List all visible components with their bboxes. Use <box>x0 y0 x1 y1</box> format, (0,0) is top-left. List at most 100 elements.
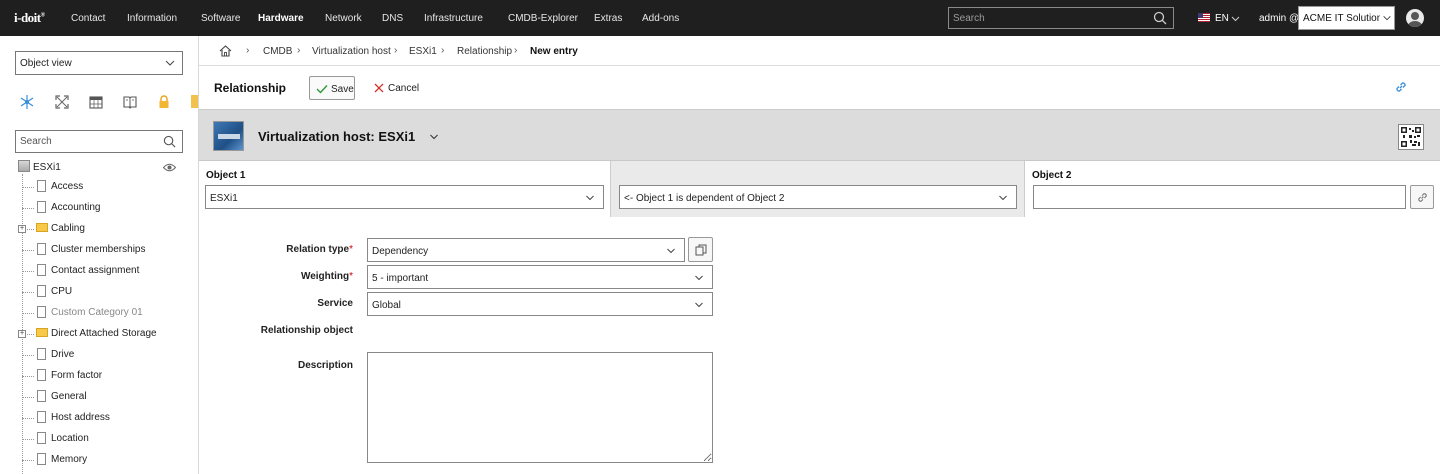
relation-type-select[interactable]: Dependency <box>367 238 685 262</box>
tree-root-object[interactable]: ESXi1 <box>18 160 61 174</box>
chevron-down-icon[interactable] <box>429 132 439 142</box>
nav-extras[interactable]: Extras <box>594 13 622 24</box>
object-view-select-value: Object view <box>20 58 72 69</box>
book-icon[interactable] <box>123 95 137 109</box>
global-search-input[interactable] <box>953 10 1143 26</box>
tree-connector <box>22 355 34 356</box>
home-icon[interactable] <box>219 45 232 57</box>
relation-type-label: Relation type* <box>286 244 353 255</box>
breadcrumb-virtualization-host[interactable]: Virtualization host <box>312 46 391 57</box>
server-icon <box>18 160 30 172</box>
tree-item-label: Cluster memberships <box>51 244 146 255</box>
sidebar-search <box>15 130 183 153</box>
object2-browse-button[interactable] <box>1410 185 1434 209</box>
global-search <box>948 7 1174 29</box>
relation-type-copy-button[interactable] <box>688 237 713 262</box>
object-header: Virtualization host: ESXi1 <box>199 110 1440 161</box>
weighting-value: 5 - important <box>372 273 429 284</box>
weighting-label: Weighting* <box>300 271 353 282</box>
top-navigation-bar: i-doit® Contact Information Software Har… <box>0 0 1440 36</box>
nav-software[interactable]: Software <box>201 13 240 24</box>
breadcrumb-esxi1[interactable]: ESXi1 <box>409 46 437 57</box>
document-icon <box>37 306 46 318</box>
object1-label: Object 1 <box>206 170 246 181</box>
object1-select[interactable]: ESXi1 <box>205 185 604 209</box>
object1-column: Object 1 ESXi1 <box>199 161 611 217</box>
tree-item-label: Host address <box>51 412 110 423</box>
chevron-down-icon[interactable] <box>1231 14 1240 23</box>
tenant-select-value: ACME IT Solutions <box>1303 13 1388 24</box>
object-view-select[interactable]: Object view <box>15 51 183 75</box>
document-icon <box>37 453 46 465</box>
save-button[interactable]: Save <box>309 76 355 100</box>
tree-guide-line <box>22 174 23 474</box>
tree-item-label: Form factor <box>51 370 103 381</box>
document-icon <box>37 369 46 381</box>
nav-hardware[interactable]: Hardware <box>258 13 304 24</box>
search-icon[interactable] <box>163 135 176 148</box>
expand-plus-icon[interactable]: + <box>18 330 26 338</box>
object2-field[interactable] <box>1033 185 1406 209</box>
tag-icon[interactable] <box>191 95 198 108</box>
link-icon <box>1418 193 1427 202</box>
relation-type-value: Dependency <box>372 246 429 257</box>
breadcrumb-separator-icon: › <box>394 45 398 56</box>
nav-cmdb-explorer[interactable]: CMDB-Explorer <box>508 13 578 24</box>
breadcrumb: › CMDB › Virtualization host › ESXi1 › R… <box>199 36 1440 66</box>
nav-dns[interactable]: DNS <box>382 13 403 24</box>
search-icon[interactable] <box>1153 11 1167 25</box>
document-icon <box>37 285 46 297</box>
nav-add-ons[interactable]: Add-ons <box>642 13 679 24</box>
nav-information[interactable]: Information <box>127 13 177 24</box>
nav-network[interactable]: Network <box>325 13 362 24</box>
lock-icon[interactable] <box>157 95 171 109</box>
breadcrumb-separator-icon: › <box>514 45 518 56</box>
nav-contact[interactable]: Contact <box>71 13 105 24</box>
eye-icon[interactable] <box>163 163 176 172</box>
sidebar-search-input[interactable] <box>20 134 160 149</box>
folder-icon <box>36 223 48 232</box>
us-flag-icon[interactable] <box>1198 13 1210 22</box>
category-toolbar: Relationship Save Cancel <box>199 66 1440 110</box>
direction-select-value: <- Object 1 is dependent of Object 2 <box>624 193 785 204</box>
calendar-icon[interactable] <box>89 95 103 109</box>
qr-code-graphic <box>1401 127 1421 147</box>
object2-column: Object 2 <box>1025 161 1440 217</box>
cancel-button[interactable]: Cancel <box>371 76 421 100</box>
tree-connector <box>22 418 34 419</box>
tenant-select[interactable]: ACME IT Solutions <box>1298 6 1395 30</box>
close-icon <box>374 83 384 93</box>
checkmark-icon <box>316 85 328 94</box>
idoit-logo[interactable]: i-doit® <box>14 10 45 26</box>
tree-item-label: General <box>51 391 87 402</box>
breadcrumb-cmdb[interactable]: CMDB <box>263 46 292 57</box>
direction-select[interactable]: <- Object 1 is dependent of Object 2 <box>619 185 1017 209</box>
language-label[interactable]: EN <box>1215 13 1229 24</box>
tree-item-label: Access <box>51 181 84 192</box>
user-avatar-icon[interactable] <box>1406 9 1424 27</box>
tree-connector <box>22 208 34 209</box>
nav-infrastructure[interactable]: Infrastructure <box>424 13 483 24</box>
tree-connector <box>22 250 34 251</box>
breadcrumb-relationship[interactable]: Relationship <box>457 46 512 57</box>
weighting-select[interactable]: 5 - important <box>367 265 713 289</box>
object-title: Virtualization host: ESXi1 <box>258 129 416 144</box>
tree-item-label: Drive <box>51 349 75 360</box>
qr-code-icon[interactable] <box>1398 124 1424 150</box>
document-icon <box>37 264 46 276</box>
chevron-down-icon <box>695 275 703 281</box>
folder-icon <box>36 328 48 337</box>
tree-connector <box>22 271 34 272</box>
service-select[interactable]: Global <box>367 292 713 316</box>
expand-icon[interactable] <box>55 95 69 109</box>
object1-select-value: ESXi1 <box>210 193 238 204</box>
chevron-down-icon <box>165 60 175 66</box>
user-name: admin @ <box>1259 13 1300 24</box>
link-icon[interactable] <box>1394 80 1408 94</box>
network-icon[interactable] <box>20 95 34 109</box>
description-textarea[interactable] <box>367 352 713 463</box>
tree-connector <box>22 460 34 461</box>
expand-plus-icon[interactable]: + <box>18 225 26 233</box>
document-icon <box>37 390 46 402</box>
breadcrumb-separator-icon: › <box>246 45 250 56</box>
